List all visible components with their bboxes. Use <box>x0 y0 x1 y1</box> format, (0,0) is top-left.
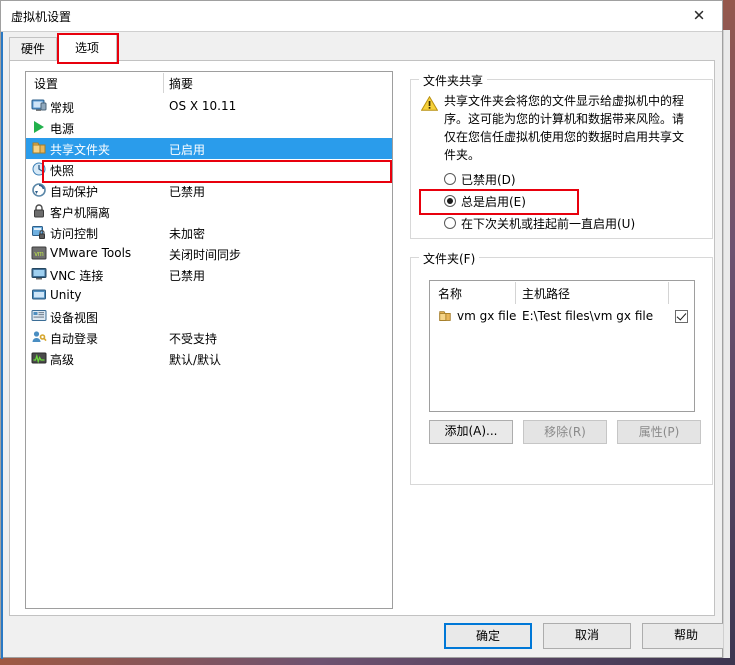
folder-host-path: E:\Test files\vm gx file <box>522 309 654 323</box>
row-name: 共享文件夹 <box>50 143 111 157</box>
options-panel: 设置 摘要 常规 OS X 10.11 电源 共享文件夹 已启用 快照 自动保护… <box>9 60 715 616</box>
folder-sharing-group-title: 文件夹共享 <box>419 72 488 89</box>
device-view-icon <box>31 308 47 324</box>
row-name: 常规 <box>50 101 75 115</box>
tab-options[interactable]: 选项 <box>57 34 117 63</box>
folder-enabled-checkbox[interactable] <box>675 310 688 323</box>
row-summary: 已启用 <box>169 143 206 157</box>
vmware-tools-icon: vm <box>31 245 47 261</box>
radio-always-enabled-label: 总是启用(E) <box>461 195 526 209</box>
folder-icon <box>438 309 452 323</box>
tab-strip: 硬件 选项 <box>9 33 715 64</box>
window-left-accent <box>1 1 3 659</box>
row-name: VMware Tools <box>50 246 132 260</box>
row-name: 设备视图 <box>50 311 99 325</box>
table-row[interactable]: 客户机隔离 <box>26 201 392 222</box>
window-scroll-sliver[interactable] <box>723 30 730 658</box>
row-summary: 未加密 <box>169 227 206 241</box>
folders-table[interactable]: 名称 主机路径 vm gx file E:\Test files\vm gx f… <box>429 280 695 412</box>
remove-folder-button: 移除(R) <box>523 420 607 444</box>
add-folder-button[interactable]: 添加(A)... <box>429 420 513 444</box>
folders-path-column-header: 主机路径 <box>522 287 571 301</box>
row-name: 快照 <box>50 164 75 178</box>
autoprotect-icon <box>31 182 47 198</box>
folders-name-column-header: 名称 <box>438 287 463 301</box>
access-control-icon <box>31 224 47 240</box>
power-icon <box>31 119 47 135</box>
ok-button[interactable]: 确定 <box>444 623 532 649</box>
settings-list-header: 设置 摘要 <box>26 72 392 94</box>
settings-column-header: 设置 <box>34 77 59 91</box>
table-row[interactable]: 高级 默认/默认 <box>26 348 392 369</box>
vm-settings-dialog: 虚拟机设置 ✕ 硬件 选项 设置 摘要 常规 OS X 10.11 电源 共享文… <box>0 0 730 659</box>
row-name: VNC 连接 <box>50 269 104 283</box>
radio-until-shutdown-label: 在下次关机或挂起前一直启用(U) <box>461 217 636 231</box>
folder-sharing-group: 文件夹共享 共享文件夹会将您的文件显示给虚拟机中的程序。这可能为您的计算机和数据… <box>410 72 713 239</box>
folders-group: 文件夹(F) 名称 主机路径 vm gx file E:\Test files\… <box>410 250 713 485</box>
snapshot-icon <box>31 161 47 177</box>
table-row[interactable]: 访问控制 未加密 <box>26 222 392 243</box>
row-name: 电源 <box>50 122 75 136</box>
radio-disabled-indicator <box>444 173 456 185</box>
table-row[interactable]: 常规 OS X 10.11 <box>26 96 392 117</box>
row-name: 高级 <box>50 353 75 367</box>
settings-list[interactable]: 设置 摘要 常规 OS X 10.11 电源 共享文件夹 已启用 快照 自动保护… <box>25 71 393 609</box>
sharing-warning-text: 共享文件夹会将您的文件显示给虚拟机中的程序。这可能为您的计算机和数据带来风险。请… <box>444 94 685 162</box>
radio-disabled-label: 已禁用(D) <box>461 173 516 187</box>
folders-group-title: 文件夹(F) <box>419 250 480 267</box>
row-summary: 关闭时间同步 <box>169 248 242 262</box>
row-summary: 不受支持 <box>169 332 218 346</box>
radio-always-enabled-indicator <box>444 195 456 207</box>
help-button[interactable]: 帮助 <box>642 623 730 649</box>
window-title: 虚拟机设置 <box>11 10 72 24</box>
folders-header-separator-2 <box>668 282 669 304</box>
folder-icon <box>31 140 47 156</box>
row-summary: OS X 10.11 <box>169 99 237 113</box>
tab-hardware[interactable]: 硬件 <box>9 37 57 61</box>
row-name: Unity <box>50 288 82 302</box>
monitor-icon <box>31 98 47 114</box>
svg-text:vm: vm <box>34 251 44 258</box>
row-summary: 已禁用 <box>169 269 206 283</box>
table-row[interactable]: vm gx file E:\Test files\vm gx file <box>430 307 694 327</box>
table-row[interactable]: 自动登录 不受支持 <box>26 327 392 348</box>
summary-column-header: 摘要 <box>169 77 194 91</box>
warning-icon <box>421 96 438 111</box>
table-row[interactable]: vm VMware Tools 关闭时间同步 <box>26 243 392 264</box>
unity-icon <box>31 287 47 303</box>
row-summary: 已禁用 <box>169 185 206 199</box>
title-bar: 虚拟机设置 ✕ <box>1 1 722 32</box>
close-icon: ✕ <box>692 6 706 24</box>
table-row[interactable]: 电源 <box>26 117 392 138</box>
table-row[interactable]: Unity <box>26 285 392 306</box>
row-name: 客户机隔离 <box>50 206 111 220</box>
vnc-icon <box>31 266 47 282</box>
cancel-button[interactable]: 取消 <box>543 623 631 649</box>
dialog-footer: 确定 取消 帮助 <box>9 623 730 653</box>
folder-name: vm gx file <box>457 309 517 323</box>
table-row[interactable]: VNC 连接 已禁用 <box>26 264 392 285</box>
header-separator <box>163 73 164 93</box>
row-name: 自动登录 <box>50 332 99 346</box>
folder-properties-button: 属性(P) <box>617 420 701 444</box>
close-button[interactable]: ✕ <box>676 1 722 30</box>
table-row[interactable]: 设备视图 <box>26 306 392 327</box>
table-row[interactable]: 共享文件夹 已启用 <box>26 138 392 159</box>
advanced-icon <box>31 350 47 366</box>
folders-header-separator-1 <box>515 282 516 304</box>
row-name: 自动保护 <box>50 185 99 199</box>
row-summary: 默认/默认 <box>169 353 222 367</box>
lock-icon <box>31 203 47 219</box>
autologin-icon <box>31 329 47 345</box>
row-name: 访问控制 <box>50 227 99 241</box>
table-row[interactable]: 自动保护 已禁用 <box>26 180 392 201</box>
radio-until-shutdown-indicator <box>444 217 456 229</box>
table-row[interactable]: 快照 <box>26 159 392 180</box>
